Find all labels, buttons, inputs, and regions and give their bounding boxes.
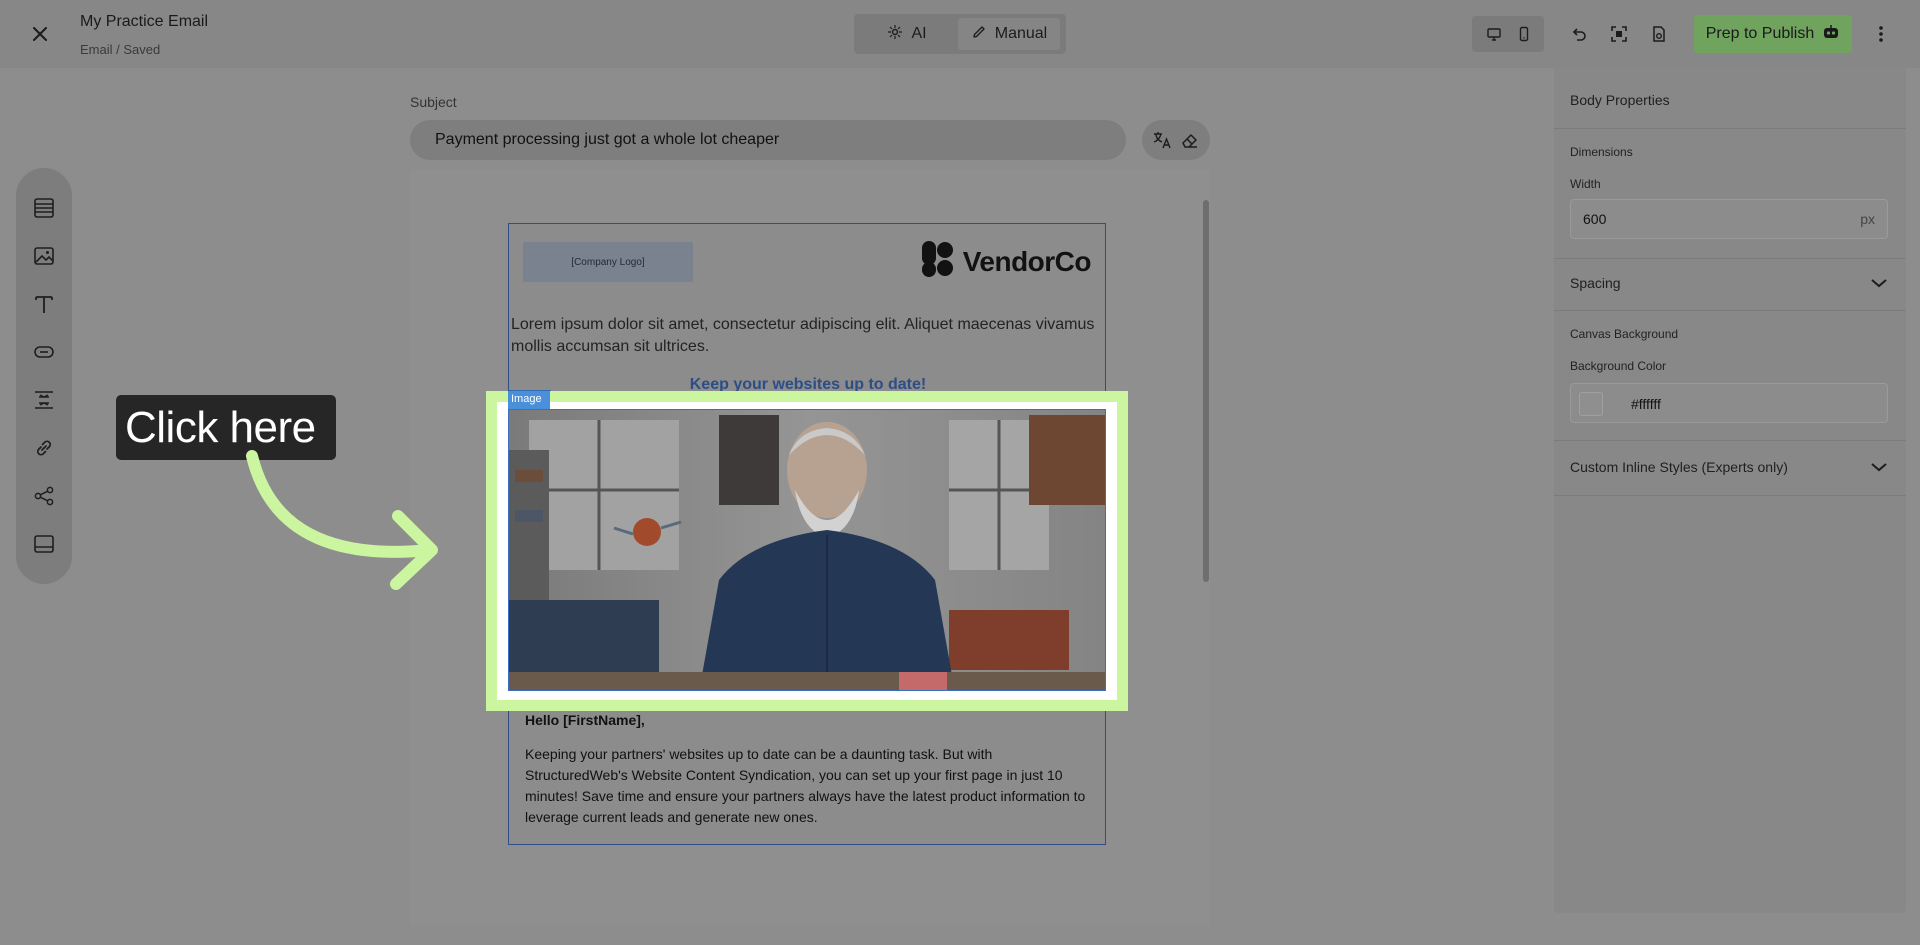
brand-name: VendorCo [962, 246, 1092, 277]
hero-image[interactable] [508, 409, 1106, 691]
button-icon[interactable] [33, 341, 55, 363]
device-preview-group [1472, 16, 1544, 52]
layout-rows-icon[interactable] [33, 197, 55, 219]
eraser-icon[interactable] [1180, 130, 1200, 150]
panel-divider [1554, 440, 1906, 441]
subject-input[interactable]: Payment processing just got a whole lot … [410, 120, 1126, 160]
mode-toggle: AI Manual [854, 14, 1066, 54]
document-status: Email / Saved [80, 42, 161, 57]
color-swatch[interactable] [1579, 392, 1603, 416]
panel-divider [1554, 495, 1906, 496]
top-bar: My Practice Email Email / Saved AI Manua… [0, 0, 1920, 68]
footer-icon[interactable] [33, 533, 55, 555]
ai-mode-label: AI [911, 25, 927, 42]
arrow-icon [240, 450, 450, 605]
desktop-icon[interactable] [1484, 24, 1504, 44]
chevron-down-icon [1870, 460, 1888, 476]
preview-document-icon[interactable] [1649, 24, 1669, 44]
link-icon[interactable] [33, 437, 55, 459]
panel-title: Body Properties [1570, 92, 1670, 108]
text-icon[interactable] [33, 293, 55, 315]
custom-styles-section-toggle[interactable]: Custom Inline Styles (Experts only) [1570, 459, 1888, 475]
background-color-input[interactable]: #ffffff [1570, 383, 1888, 423]
image-icon[interactable] [33, 245, 55, 267]
fit-screen-icon[interactable] [1609, 24, 1629, 44]
manual-mode-button[interactable]: Manual [958, 18, 1060, 50]
translate-icon[interactable] [1152, 130, 1172, 150]
brand-logo[interactable]: VendorCo [921, 240, 1092, 285]
spacing-label: Spacing [1570, 275, 1621, 291]
width-input[interactable]: 600 px [1570, 199, 1888, 239]
greeting-text[interactable]: Hello [FirstName], [525, 712, 645, 728]
subject-value: Payment processing just got a whole lot … [435, 131, 780, 148]
image-block-tag: Image [508, 391, 550, 409]
more-options-icon[interactable] [1871, 24, 1891, 44]
panel-divider [1554, 258, 1906, 259]
document-title: My Practice Email [80, 13, 209, 30]
panel-divider [1554, 310, 1906, 311]
spacing-section-toggle[interactable]: Spacing [1570, 275, 1888, 291]
width-value: 600 [1583, 211, 1607, 227]
custom-styles-label: Custom Inline Styles (Experts only) [1570, 459, 1788, 475]
prep-to-publish-button[interactable]: Prep to Publish [1694, 15, 1852, 53]
panel-divider [1554, 128, 1906, 129]
spacer-icon[interactable] [33, 389, 55, 411]
background-color-label: Background Color [1570, 359, 1667, 373]
publish-label: Prep to Publish [1705, 25, 1815, 42]
background-color-value: #ffffff [1631, 396, 1661, 412]
vendorco-logo-icon [921, 240, 955, 285]
social-share-icon[interactable] [33, 485, 55, 507]
robot-icon [1822, 23, 1840, 46]
sparkle-icon [887, 24, 903, 45]
intro-text[interactable]: Lorem ipsum dolor sit amet, consectetur … [511, 314, 1099, 358]
chevron-down-icon [1870, 276, 1888, 292]
company-logo-placeholder[interactable]: [Company Logo] [523, 242, 693, 282]
dimensions-label: Dimensions [1570, 145, 1633, 159]
subject-actions [1142, 120, 1210, 160]
close-icon[interactable] [28, 22, 52, 46]
manual-mode-label: Manual [994, 25, 1048, 42]
canvas-scrollbar[interactable] [1203, 200, 1209, 582]
width-label: Width [1570, 177, 1601, 191]
ai-mode-button[interactable]: AI [860, 18, 954, 50]
canvas-background-label: Canvas Background [1570, 327, 1679, 341]
width-unit: px [1860, 211, 1875, 227]
undo-icon[interactable] [1569, 24, 1589, 44]
pencil-icon [971, 24, 987, 45]
content-blocks-toolbar [16, 168, 72, 584]
properties-panel: Body Properties Dimensions Width 600 px … [1554, 68, 1906, 913]
mobile-icon[interactable] [1514, 24, 1534, 44]
subject-label: Subject [410, 94, 457, 110]
body-paragraph[interactable]: Keeping your partners' websites up to da… [525, 744, 1093, 828]
